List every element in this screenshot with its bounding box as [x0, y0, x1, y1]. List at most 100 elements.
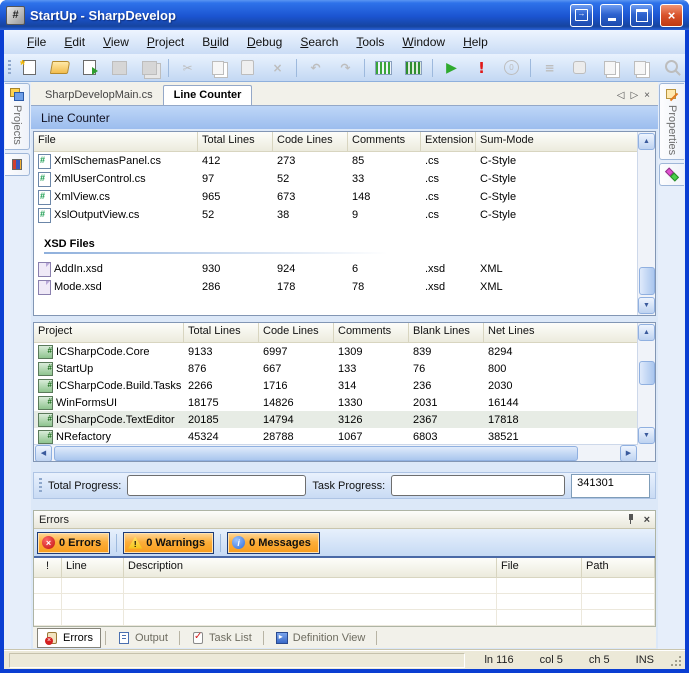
tool-tab-output[interactable]: Output — [110, 629, 175, 647]
column-header-sum-mode[interactable]: Sum-Mode — [476, 132, 638, 151]
column-header-net-lines[interactable]: Net Lines — [484, 323, 638, 342]
progress-row-grip[interactable] — [39, 478, 42, 494]
scroll-down-icon[interactable]: ▼ — [638, 297, 655, 314]
table-row[interactable]: NRefactory45324287881067680338521 — [34, 428, 638, 445]
tool-tab-definition-view[interactable]: Definition View — [268, 629, 373, 647]
column-header-extension[interactable]: Extension — [421, 132, 476, 151]
column-header-blank-lines[interactable]: Blank Lines — [409, 323, 484, 342]
toolbar-separator — [364, 59, 365, 77]
projects-table-hscrollbar[interactable]: ◀ ▶ — [34, 444, 638, 461]
table-row[interactable]: XmlUserControl.cs975233.csC-Style — [34, 170, 638, 188]
column-header-total-lines[interactable]: Total Lines — [184, 323, 259, 342]
filter-button-label: 0 Warnings — [146, 537, 205, 549]
new-file-icon[interactable]: * — [18, 57, 41, 79]
resize-grip[interactable] — [669, 654, 682, 667]
menu-item-tools[interactable]: Tools — [347, 32, 393, 52]
table-row[interactable]: AddIn.xsd9309246.xsdXML — [34, 260, 638, 278]
document-tab-line-counter[interactable]: Line Counter — [163, 85, 253, 105]
tool-tab-errors[interactable]: Errors — [37, 628, 101, 648]
filter-button-0-messages[interactable]: i0 Messages — [227, 532, 320, 554]
build-icon[interactable] — [372, 57, 395, 79]
projects-table-header[interactable]: ProjectTotal LinesCode LinesCommentsBlan… — [34, 323, 638, 343]
files-table-header[interactable]: FileTotal LinesCode LinesCommentsExtensi… — [34, 132, 638, 152]
scroll-up-icon[interactable]: ▲ — [638, 133, 655, 150]
menu-item-debug[interactable]: Debug — [238, 32, 291, 52]
scroll-thumb[interactable] — [54, 446, 578, 461]
rebuild-icon[interactable] — [402, 57, 425, 79]
menu-item-help[interactable]: Help — [454, 32, 497, 52]
status-character: ch 5 — [576, 654, 623, 666]
filter-button-0-errors[interactable]: ×0 Errors — [37, 532, 110, 554]
table-cell: 33 — [348, 173, 421, 185]
pin-icon[interactable] — [627, 514, 636, 525]
breakpoint-icon[interactable]: ! — [470, 57, 493, 79]
table-row[interactable]: WinFormsUI18175148261330203116144 — [34, 394, 638, 411]
open-file-icon[interactable] — [48, 57, 71, 79]
menu-item-window[interactable]: Window — [393, 32, 454, 52]
column-header-line[interactable]: Line — [62, 558, 124, 577]
sidebar-tab-tasks[interactable] — [659, 163, 684, 186]
filter-button-0-warnings[interactable]: !0 Warnings — [123, 532, 214, 554]
run-icon[interactable]: ▶ — [440, 57, 463, 79]
tab-scroll-right-button[interactable]: ▷ — [630, 90, 638, 101]
paste-icon — [236, 57, 259, 79]
scroll-thumb[interactable] — [639, 361, 655, 385]
maximize-button[interactable] — [630, 4, 653, 27]
column-header-project[interactable]: Project — [34, 323, 184, 342]
menu-item-search[interactable]: Search — [291, 32, 347, 52]
menu-item-file[interactable]: File — [18, 32, 55, 52]
open-with-icon[interactable] — [78, 57, 101, 79]
column-header-file[interactable]: File — [34, 132, 198, 151]
column-header-description[interactable]: Description — [124, 558, 497, 577]
close-icon[interactable]: × — [644, 514, 650, 526]
table-cell: .cs — [421, 155, 476, 167]
sidebar-tab-projects[interactable]: Projects — [5, 83, 30, 150]
scroll-thumb[interactable] — [639, 267, 655, 295]
table-row[interactable]: ICSharpCode.Core9133699713098398294 — [34, 343, 638, 360]
table-cell: 52 — [198, 209, 273, 221]
menu-item-view[interactable]: View — [94, 32, 138, 52]
menu-item-build[interactable]: Build — [193, 32, 238, 52]
find-in-files-icon — [658, 57, 681, 79]
section-title: XSD Files — [44, 238, 638, 250]
column-header-total-lines[interactable]: Total Lines — [198, 132, 273, 151]
table-row[interactable]: ICSharpCode.Build.Tasks22661716314236203… — [34, 377, 638, 394]
column-header-path[interactable]: Path — [582, 558, 655, 577]
tab-scroll-left-button[interactable]: ◁ — [617, 90, 625, 101]
document-tab-sharpdevelopmain-cs[interactable]: SharpDevelopMain.cs — [35, 86, 163, 105]
table-row[interactable]: ICSharpCode.TextEditor201851479431262367… — [34, 411, 638, 428]
menu-item-edit[interactable]: Edit — [55, 32, 94, 52]
column-header-comments[interactable]: Comments — [334, 323, 409, 342]
errors-panel-header[interactable]: Errors × — [34, 511, 655, 529]
classes-icon — [10, 158, 24, 171]
errors-grid-header[interactable]: !LineDescriptionFilePath — [34, 558, 655, 578]
column-header--[interactable]: ! — [34, 558, 62, 577]
table-row[interactable]: Mode.xsd28617878.xsdXML — [34, 278, 638, 296]
window-extra-button[interactable]: → — [570, 4, 593, 27]
tab-close-button[interactable]: × — [644, 90, 650, 101]
close-button[interactable]: × — [660, 4, 683, 27]
sidebar-tab-classes[interactable] — [5, 153, 30, 176]
files-table-scrollbar[interactable]: ▲ ▼ — [637, 132, 655, 315]
table-row[interactable]: XmlSchemasPanel.cs41227385.csC-Style — [34, 152, 638, 170]
minimize-button[interactable] — [600, 4, 623, 27]
table-cell: C-Style — [476, 209, 638, 221]
column-header-code-lines[interactable]: Code Lines — [259, 323, 334, 342]
scroll-down-icon[interactable]: ▼ — [638, 427, 655, 444]
toolbar-grip[interactable] — [8, 60, 11, 76]
menu-item-project[interactable]: Project — [138, 32, 193, 52]
table-row[interactable]: XmlView.cs965673148.csC-Style — [34, 188, 638, 206]
sidebar-tab-properties[interactable]: Properties — [659, 83, 684, 160]
scroll-left-icon[interactable]: ◀ — [35, 445, 52, 462]
scroll-up-icon[interactable]: ▲ — [638, 324, 655, 341]
table-row[interactable]: XslOutputView.cs52389.csC-Style — [34, 206, 638, 224]
column-header-code-lines[interactable]: Code Lines — [273, 132, 348, 151]
scroll-right-icon[interactable]: ▶ — [620, 445, 637, 462]
errors-grid-cell — [497, 578, 582, 594]
tool-tab-task-list[interactable]: Task List — [184, 629, 259, 647]
line-counter-header: Line Counter — [31, 106, 658, 129]
projects-table-scrollbar[interactable]: ▲ ▼ — [637, 323, 655, 445]
column-header-file[interactable]: File — [497, 558, 582, 577]
column-header-comments[interactable]: Comments — [348, 132, 421, 151]
table-row[interactable]: StartUp87666713376800 — [34, 360, 638, 377]
